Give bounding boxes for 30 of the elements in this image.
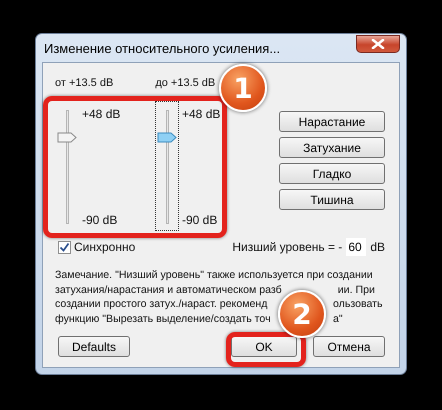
action-button[interactable]: Затухание [279,137,385,158]
unit-label: dB [370,240,385,254]
scale-label: +48 dB [82,107,120,121]
slider-thumb[interactable] [157,132,177,143]
scale-label: -90 dB [182,213,218,227]
checkbox[interactable] [58,240,71,254]
level-input[interactable]: 60 [346,238,366,256]
action-button[interactable]: Тишина [279,189,385,210]
note-text: а" [333,312,343,326]
dialog-button[interactable]: Отмена [313,336,385,357]
scale-label: -90 dB [82,213,118,227]
slider-thumb[interactable] [57,132,77,143]
dialog-button[interactable]: Defaults [58,336,130,357]
floor-label: Низший уровень = - [232,240,342,254]
range-label: до +13.5 dB [155,77,216,91]
note-text: ии. При [338,282,375,297]
note-text: функцию "Вырезать выделение/создать точ [55,312,272,326]
dialog-button[interactable]: OK [231,336,297,357]
close-icon [371,39,385,49]
action-button[interactable]: Нарастание [279,111,385,132]
scale-label: +48 dB [182,107,220,121]
note-text: ользовать [333,297,383,312]
note-text: Замечание. "Низший уровень" также используется при создании [55,268,373,282]
vertical-slider[interactable] [155,101,179,231]
checkbox-label: Синхронно [74,240,136,254]
range-label: от +13.5 dB [55,77,114,91]
close-button[interactable] [356,35,400,53]
note-text: создании простого затух./нараст. рекоменд [55,297,268,312]
window-title: Изменение относительного усиления... [43,40,280,56]
action-button[interactable]: Гладко [279,163,385,184]
